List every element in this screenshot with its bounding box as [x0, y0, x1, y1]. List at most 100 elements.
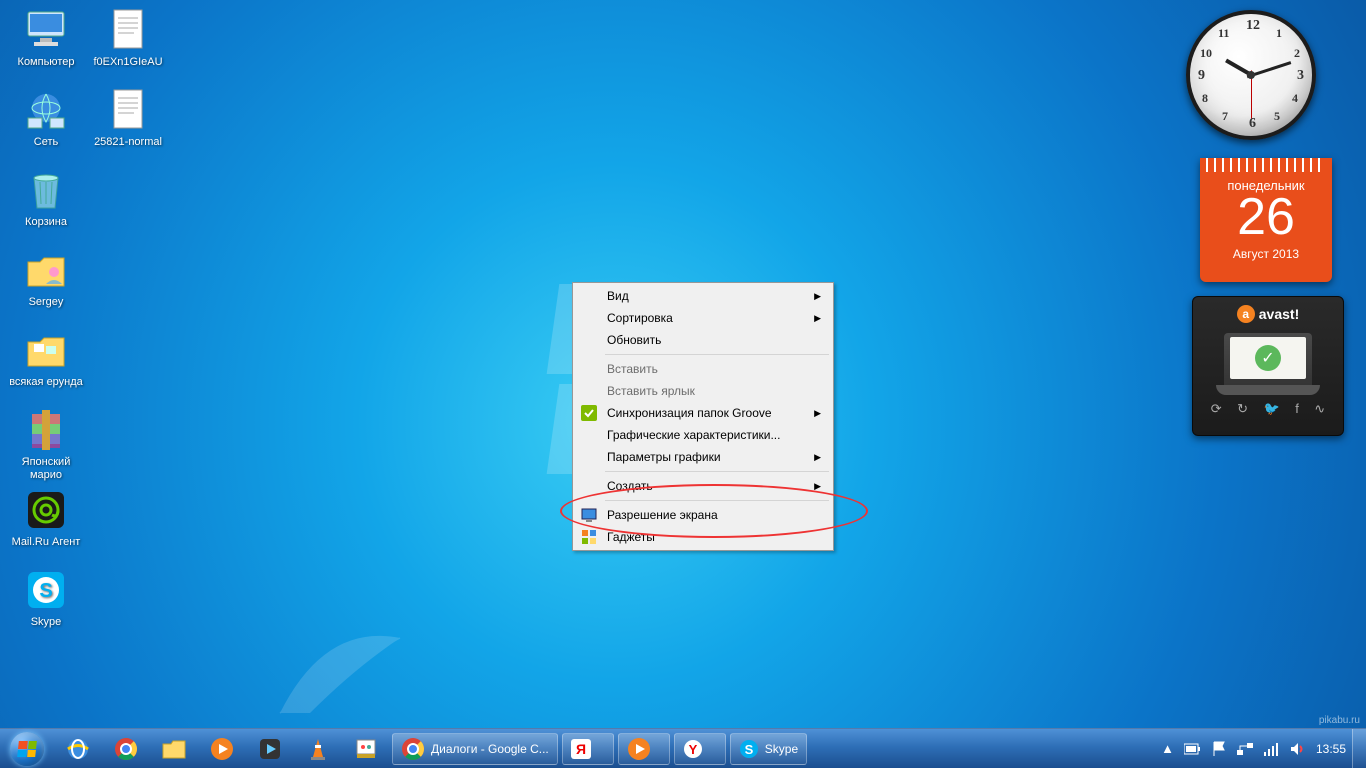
avast-brand: avast!	[1259, 306, 1299, 322]
wifi-signal-icon[interactable]	[1264, 742, 1280, 756]
menu-icon-empty	[575, 285, 603, 307]
taskbar-pinned-wmp[interactable]	[199, 730, 245, 768]
screenres-icon	[575, 504, 603, 526]
menu-item-label: Параметры графики	[603, 450, 831, 464]
avast-refresh-icon[interactable]: ↻	[1237, 401, 1248, 417]
menu-item-label: Сортировка	[603, 311, 831, 325]
menu-item[interactable]: Синхронизация папок Groove▶	[575, 402, 831, 424]
wmp-icon	[627, 737, 651, 761]
menu-item[interactable]: Графические характеристики...	[575, 424, 831, 446]
menu-item-label: Вид	[603, 289, 831, 303]
calendar-month-year: Август 2013	[1200, 247, 1332, 261]
skype-icon: S	[22, 566, 70, 614]
menu-item[interactable]: Параметры графики▶	[575, 446, 831, 468]
menu-item[interactable]: Сортировка▶	[575, 307, 831, 329]
network-icon	[22, 86, 70, 134]
tray-clock[interactable]: 13:55	[1316, 742, 1346, 756]
desktop-icon-erunda[interactable]: всякая ерунда	[8, 326, 84, 389]
desktop-icon-label: всякая ерунда	[8, 376, 84, 389]
taskbar-pinned-kmp[interactable]	[247, 730, 293, 768]
taskbar-pinned-explorer[interactable]	[151, 730, 197, 768]
avast-logo-icon: a	[1237, 305, 1255, 323]
skype-icon: S	[739, 739, 759, 759]
menu-separator	[605, 500, 829, 501]
desktop-icon-skype[interactable]: S Skype	[8, 566, 84, 629]
desktop[interactable]: Компьютер f0EXn1GIeAU Сеть 25821-normalКорз…	[0, 0, 1366, 768]
menu-item[interactable]: Вид▶	[575, 285, 831, 307]
taskbar-window-yandex2[interactable]: Y	[674, 733, 726, 765]
taskbar-pinned-ie[interactable]	[55, 730, 101, 768]
desktop-icon-label: Mail.Ru Агент	[8, 536, 84, 549]
menu-separator	[605, 354, 829, 355]
taskbar-window-skypewin[interactable]: S Skype	[730, 733, 807, 765]
desktop-icon-network[interactable]: Сеть	[8, 86, 84, 149]
taskbar-window-label: Диалоги - Google C...	[431, 742, 549, 756]
taskbar: Диалоги - Google C... Я YS Skype ▲ 13:55	[0, 728, 1366, 768]
mailru-icon	[22, 486, 70, 534]
taskbar-window-yandex1[interactable]: Я	[562, 733, 614, 765]
watermark: pikabu.ru	[1319, 715, 1360, 726]
avast-gadget[interactable]: a avast! ✓ ⟳ ↻ 🐦 f ∿	[1192, 296, 1344, 436]
desktop-icon-label: Японский марио	[8, 456, 84, 482]
desktop-icon-sergey[interactable]: Sergey	[8, 246, 84, 309]
groove-icon	[575, 402, 603, 424]
start-button[interactable]	[0, 729, 54, 768]
desktop-icon-mario[interactable]: Японский марио	[8, 406, 84, 482]
avast-facebook-icon[interactable]: f	[1295, 401, 1299, 417]
textfile-icon	[104, 6, 152, 54]
textfile-icon	[104, 86, 152, 134]
desktop-icon-file2[interactable]: 25821-normal	[90, 86, 166, 149]
show-desktop-button[interactable]	[1352, 729, 1366, 768]
desktop-icon-file1[interactable]: f0EXn1GIeAU	[90, 6, 166, 69]
desktop-icon-label: Компьютер	[8, 56, 84, 69]
submenu-arrow-icon: ▶	[814, 481, 821, 492]
tray-chevron-icon[interactable]: ▲	[1161, 741, 1174, 756]
menu-separator	[605, 471, 829, 472]
desktop-context-menu: Вид▶Сортировка▶ОбновитьВставитьВставить …	[572, 282, 834, 551]
menu-item: Вставить ярлык	[575, 380, 831, 402]
menu-item-label: Разрешение экрана	[603, 508, 831, 522]
menu-item-label: Создать	[603, 479, 831, 493]
submenu-arrow-icon: ▶	[814, 452, 821, 463]
menu-icon-empty	[575, 446, 603, 468]
calendar-day: 26	[1200, 191, 1332, 243]
menu-item[interactable]: Разрешение экрана	[575, 504, 831, 526]
desktop-icon-label: Skype	[8, 616, 84, 629]
menu-item[interactable]: Создать▶	[575, 475, 831, 497]
menu-item[interactable]: Гаджеты	[575, 526, 831, 548]
avast-laptop-icon: ✓	[1224, 333, 1312, 389]
action-center-flag-icon[interactable]	[1212, 741, 1226, 757]
clock-gadget[interactable]: 12 3 6 9 1 2 4 5 7 8 10 11	[1186, 10, 1316, 140]
avast-update-icon[interactable]: ⟳	[1211, 401, 1222, 417]
desktop-icon-mailru[interactable]: Mail.Ru Агент	[8, 486, 84, 549]
menu-item-label: Гаджеты	[603, 530, 831, 544]
avast-rss-icon[interactable]: ∿	[1314, 401, 1325, 417]
menu-icon-empty	[575, 307, 603, 329]
volume-icon[interactable]	[1290, 742, 1306, 756]
gadgets-icon	[575, 526, 603, 548]
battery-icon[interactable]	[1184, 743, 1202, 755]
taskbar-window-label: Skype	[765, 742, 798, 756]
calendar-gadget[interactable]: понедельник 26 Август 2013	[1200, 158, 1332, 282]
taskbar-window-chromewin[interactable]: Диалоги - Google C...	[392, 733, 558, 765]
menu-item-label: Вставить ярлык	[603, 384, 831, 398]
taskbar-pinned-chrome[interactable]	[103, 730, 149, 768]
yandex-icon: Я	[571, 739, 591, 759]
taskbar-pinned-paint[interactable]	[343, 730, 389, 768]
desktop-icon-trash[interactable]: Корзина	[8, 166, 84, 229]
menu-item[interactable]: Обновить	[575, 329, 831, 351]
submenu-arrow-icon: ▶	[814, 291, 821, 302]
chrome-icon	[401, 737, 425, 761]
taskbar-pinned-vlc[interactable]	[295, 730, 341, 768]
taskbar-window-wmpwin[interactable]	[618, 733, 670, 765]
avast-twitter-icon[interactable]: 🐦	[1264, 401, 1280, 417]
wallpaper-leaf	[260, 608, 420, 728]
menu-item: Вставить	[575, 358, 831, 380]
desktop-icon-computer[interactable]: Компьютер	[8, 6, 84, 69]
menu-icon-empty	[575, 424, 603, 446]
network-icon[interactable]	[1236, 742, 1254, 756]
submenu-arrow-icon: ▶	[814, 408, 821, 419]
check-icon: ✓	[1255, 345, 1281, 371]
desktop-icon-label: Сеть	[8, 136, 84, 149]
winrar-icon	[22, 406, 70, 454]
